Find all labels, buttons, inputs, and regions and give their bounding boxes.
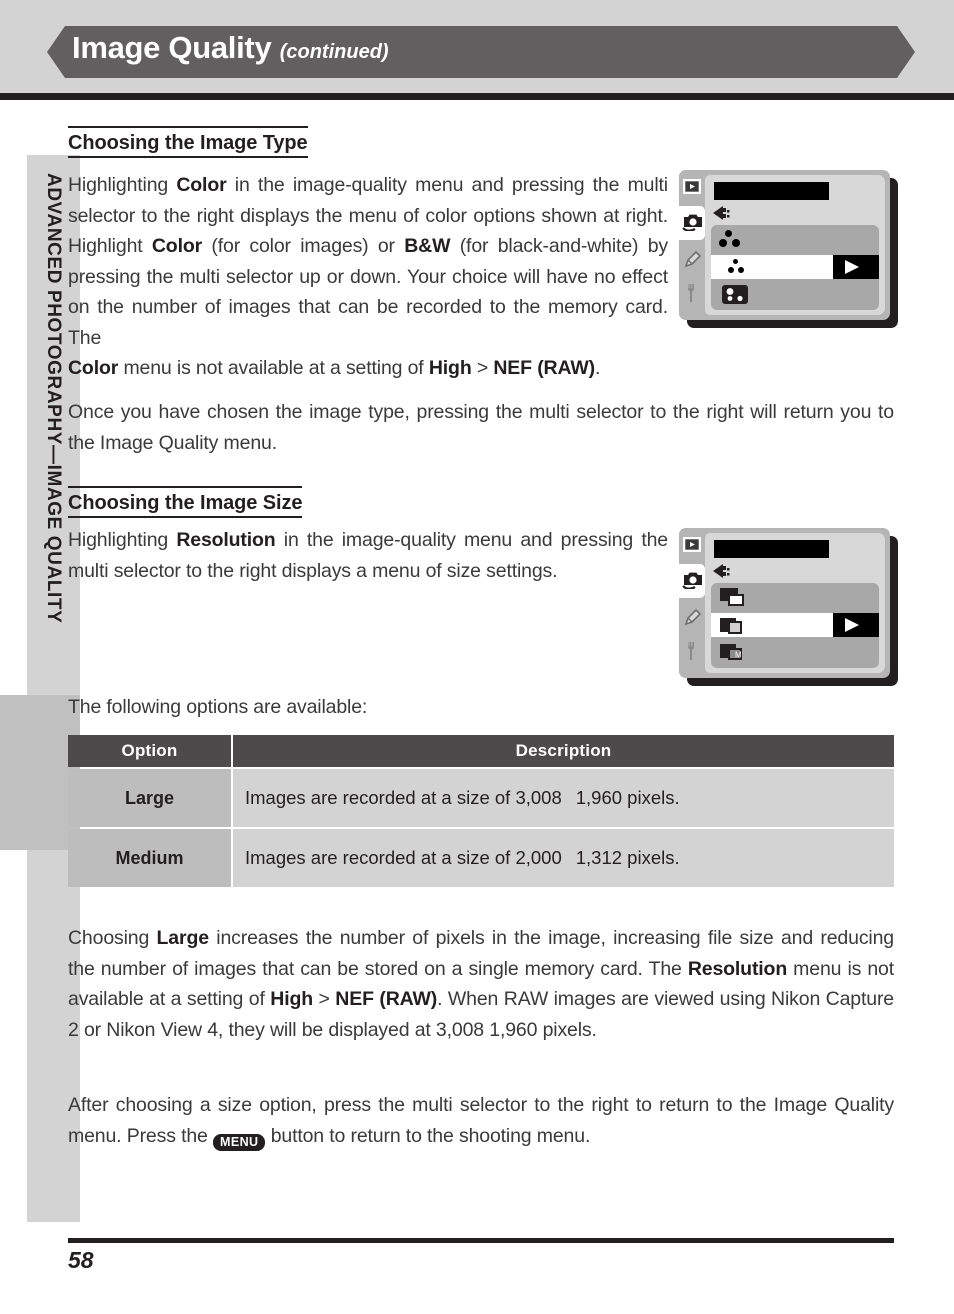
list-item-selected[interactable] (711, 255, 879, 279)
paragraph-large-explanation: Choosing Large increases the number of p… (68, 923, 894, 1045)
emphasis-color: Color (68, 357, 119, 379)
text-run: 1,960 pixels. (489, 1018, 597, 1041)
table-row: Medium Images are recorded at a size of … (68, 829, 894, 887)
lcd-back-row (705, 560, 885, 584)
page-title: Image Quality (continued) (72, 30, 389, 66)
setup-wrench-icon (682, 640, 702, 660)
text-run: (for color images) or (202, 235, 405, 257)
menu-button-badge: MENU (213, 1133, 266, 1151)
paragraph-image-type: Highlighting Color in the image-quality … (68, 170, 668, 353)
list-item[interactable] (711, 282, 879, 308)
color-3dot-icon (725, 230, 732, 237)
playback-icon (682, 536, 702, 556)
column-header-option: Option (68, 735, 231, 767)
footer-rule (68, 1238, 894, 1243)
setup-wrench-icon (682, 282, 702, 302)
page-header-band: Image Quality (continued) (0, 0, 954, 93)
lcd-tab-strip (679, 528, 705, 678)
paragraph-image-size: Highlighting Resolution in the image-qua… (68, 525, 668, 586)
options-table: Option Description Large Images are reco… (68, 735, 894, 887)
text-run: Highlighting (68, 529, 177, 551)
page-number: 58 (68, 1247, 94, 1273)
lcd-title-bar (714, 540, 829, 558)
emphasis-color: Color (176, 174, 227, 196)
text-run: . (594, 357, 601, 379)
text-run: 1,960 pixels. (575, 787, 680, 808)
page-title-continued: (continued) (279, 41, 389, 63)
emphasis-high: High (270, 988, 313, 1010)
lcd-bezel: M (679, 528, 890, 678)
section-heading-image-type: Choosing the Image Type (68, 126, 308, 159)
cell-option: Medium (68, 829, 231, 887)
size-selected-icon (720, 618, 742, 634)
column-header-description: Description (233, 735, 894, 767)
lcd-bezel (679, 170, 890, 320)
text-run: > (471, 357, 494, 379)
lcd-tab-strip (679, 170, 705, 320)
custom-pencil-icon (682, 608, 702, 628)
emphasis-nef-raw: NEF (RAW) (335, 988, 438, 1010)
header-rule (0, 93, 954, 100)
text-run: menu is not available at a setting of (118, 357, 429, 379)
emphasis-nef-raw: NEF (RAW) (493, 357, 595, 379)
list-item[interactable] (711, 227, 879, 253)
text-run: Images are recorded at a size of 3,008 (245, 787, 562, 808)
custom-pencil-icon (682, 250, 702, 270)
lcd-title-bar (714, 182, 829, 200)
lcd-screen: M (705, 533, 885, 673)
list-item[interactable]: M (711, 640, 879, 666)
emphasis-large: Large (156, 927, 210, 949)
lcd-back-row (705, 202, 885, 226)
text-run: button to return to the shooting menu. (265, 1124, 591, 1147)
text-run: Images are recorded at a size of 2,000 (245, 847, 562, 868)
emphasis-color: Color (151, 235, 203, 257)
size-large-icon (720, 588, 744, 606)
lcd-enter-arrow-icon (833, 255, 879, 279)
color-3dot-small-icon (733, 259, 738, 264)
cell-description: Images are recorded at a size of 3,008 1,… (233, 769, 894, 827)
emphasis-bw: B&W (404, 235, 451, 257)
cell-description: Images are recorded at a size of 2,000 1,… (233, 829, 894, 887)
text-run: Highlighting (68, 174, 177, 196)
lcd-size-menu-illustration: M (679, 528, 898, 686)
paragraph-image-type-cont: Color menu is not available at a setting… (68, 353, 894, 384)
lcd-option-list: M (711, 583, 879, 668)
emphasis-high: High (428, 357, 472, 379)
playback-icon (682, 178, 702, 198)
text-run: 1,312 pixels. (575, 847, 680, 868)
lcd-option-list (711, 225, 879, 310)
lcd-screen (705, 175, 885, 315)
emphasis-resolution: Resolution (687, 957, 788, 980)
emphasis-resolution: Resolution (176, 529, 276, 551)
paragraph-options-intro: The following options are available: (68, 696, 368, 718)
lcd-color-menu-illustration (679, 170, 898, 328)
list-item[interactable] (711, 585, 879, 611)
shooting-icon (682, 569, 702, 589)
table-row: Large Images are recorded at a size of 3… (68, 769, 894, 827)
chapter-banner: Image Quality (continued) (47, 26, 915, 78)
size-medium-icon: M (720, 644, 742, 660)
paragraph-return-menu: Once you have chosen the image type, pre… (68, 401, 894, 454)
cell-option: Large (68, 769, 231, 827)
text-run: > (313, 988, 336, 1010)
shooting-icon (682, 211, 702, 231)
lcd-enter-arrow-icon (833, 613, 879, 637)
table-header-row: Option Description (68, 735, 894, 767)
section-heading-image-size: Choosing the Image Size (68, 486, 303, 519)
page-title-text: Image Quality (72, 30, 272, 65)
text-run: Choosing (68, 927, 157, 949)
list-item-selected[interactable] (711, 613, 879, 637)
paragraph-after-choosing: After choosing a size option, press the … (68, 1090, 894, 1151)
bw-image-icon (722, 285, 748, 304)
svg-text:M: M (735, 651, 742, 660)
